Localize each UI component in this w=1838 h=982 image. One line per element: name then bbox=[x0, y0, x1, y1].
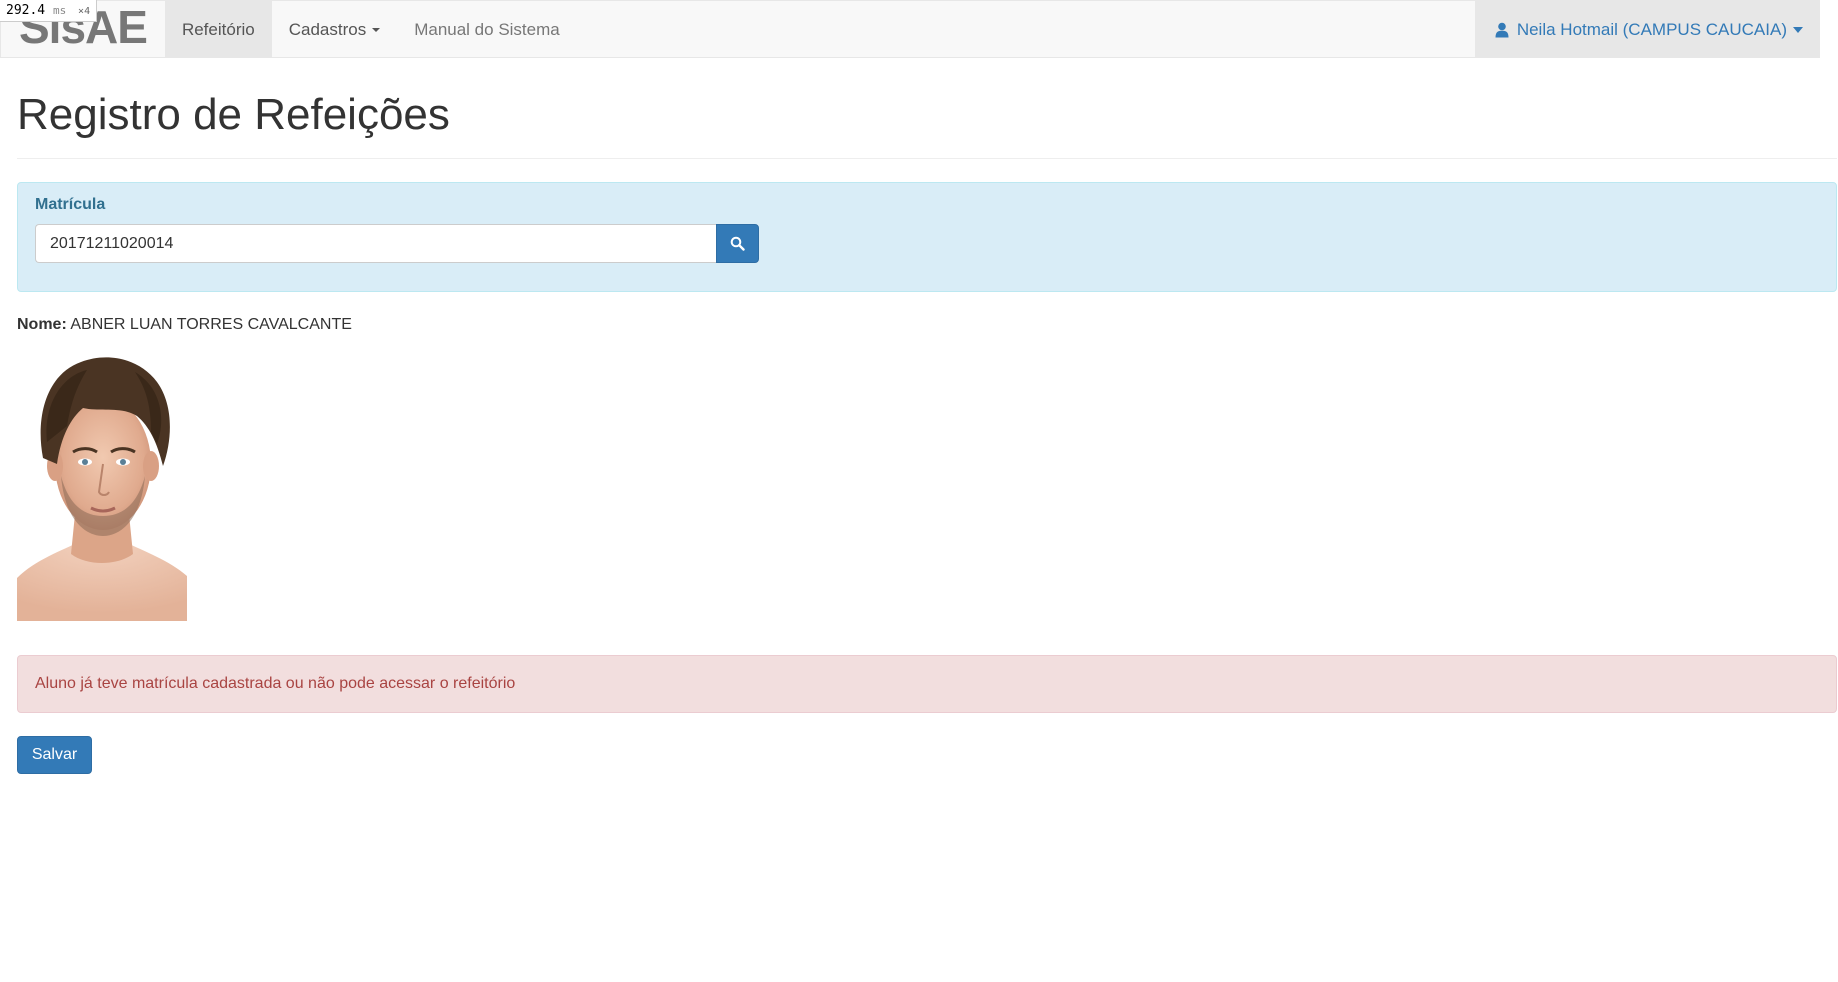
search-input-group bbox=[35, 224, 759, 263]
nav-item-manual[interactable]: Manual do Sistema bbox=[397, 1, 577, 58]
caret-down-icon bbox=[1793, 26, 1803, 33]
user-icon bbox=[1495, 22, 1509, 38]
student-name-value: ABNER LUAN TORRES CAVALCANTE bbox=[70, 316, 352, 333]
perf-value: 292.4 bbox=[6, 3, 46, 18]
search-panel: Matrícula bbox=[17, 182, 1837, 292]
perf-unit: ms bbox=[52, 4, 67, 17]
error-alert-message: Aluno já teve matrícula cadastrada ou nã… bbox=[35, 675, 516, 692]
user-menu-label: Neila Hotmail (CAMPUS CAUCAIA) bbox=[1516, 19, 1787, 39]
page-title: Registro de Refeições bbox=[17, 90, 450, 139]
nav-item-label: Manual do Sistema bbox=[414, 19, 560, 39]
matricula-label: Matrícula bbox=[35, 196, 106, 213]
title-divider bbox=[17, 158, 1837, 159]
nav-item-cadastros[interactable]: Cadastros bbox=[272, 1, 397, 58]
top-navbar: SisAE Refeitório Cadastros Manual do Sis… bbox=[0, 0, 1820, 58]
nav-item-label: Cadastros bbox=[288, 19, 367, 39]
user-menu[interactable]: Neila Hotmail (CAMPUS CAUCAIA) bbox=[1474, 1, 1819, 58]
save-button[interactable]: Salvar bbox=[17, 736, 92, 774]
search-button[interactable] bbox=[716, 224, 759, 263]
student-photo bbox=[17, 346, 187, 621]
student-photo-portrait bbox=[17, 346, 187, 621]
nav-item-refeitorio[interactable]: Refeitório bbox=[164, 1, 272, 58]
error-alert: Aluno já teve matrícula cadastrada ou nã… bbox=[17, 655, 1837, 713]
search-icon bbox=[730, 236, 745, 251]
matricula-input[interactable] bbox=[35, 224, 716, 263]
student-name: Nome: ABNER LUAN TORRES CAVALCANTE bbox=[17, 316, 352, 334]
nav-item-label: Refeitório bbox=[181, 19, 255, 39]
perf-multiplier: ×4 bbox=[78, 6, 91, 17]
student-name-label: Nome: bbox=[17, 316, 67, 333]
caret-down-icon bbox=[372, 27, 381, 32]
performance-badge: 292.4 ms ×4 bbox=[0, 0, 98, 22]
